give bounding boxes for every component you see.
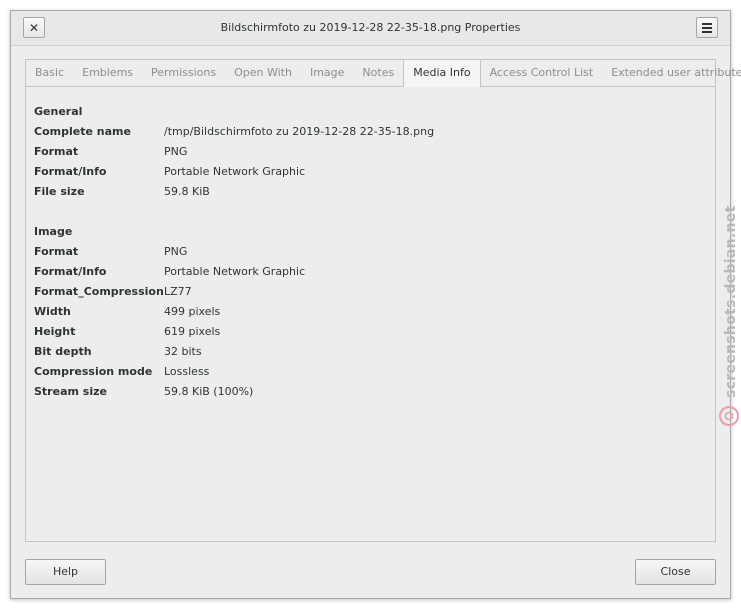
info-value: Portable Network Graphic: [164, 265, 306, 278]
info-value: 32 bits: [164, 345, 202, 358]
tab-permissions[interactable]: Permissions: [142, 60, 225, 86]
info-key: Complete name: [34, 125, 131, 138]
info-value: 59.8 KiB: [164, 185, 210, 198]
info-value: Lossless: [164, 365, 210, 378]
watermark-text: screenshots.debian.net: [723, 205, 739, 398]
info-key: Height: [34, 325, 76, 338]
info-value: LZ77: [164, 285, 192, 298]
info-key: Compression mode: [34, 365, 153, 378]
tab-basic[interactable]: Basic: [26, 60, 73, 86]
section-heading-image: Image: [34, 225, 73, 238]
info-key: Width: [34, 305, 71, 318]
info-key: File size: [34, 185, 85, 198]
info-key: Format_Compression: [34, 285, 164, 298]
info-value: 59.8 KiB (100%): [164, 385, 254, 398]
info-key: Stream size: [34, 385, 107, 398]
tab-image[interactable]: Image: [301, 60, 353, 86]
tab-media-info[interactable]: Media Info: [403, 60, 481, 87]
tab-extended-user-attributes[interactable]: Extended user attributes: [602, 60, 741, 86]
info-value: /tmp/Bildschirmfoto zu 2019-12-28 22-35-…: [164, 125, 435, 138]
info-value: PNG: [164, 245, 188, 258]
help-button[interactable]: Help: [25, 559, 106, 585]
tab-emblems[interactable]: Emblems: [73, 60, 142, 86]
info-key: Format: [34, 245, 79, 258]
info-value: 619 pixels: [164, 325, 221, 338]
info-key: Format: [34, 145, 79, 158]
tab-notes[interactable]: Notes: [353, 60, 403, 86]
close-button[interactable]: Close: [635, 559, 716, 585]
info-key: Format/Info: [34, 165, 107, 178]
watermark-logo-icon: [719, 406, 739, 426]
info-value: 499 pixels: [164, 305, 221, 318]
info-key: Bit depth: [34, 345, 92, 358]
info-key: Format/Info: [34, 265, 107, 278]
section-heading-general: General: [34, 105, 83, 118]
tab-bar: Basic Emblems Permissions Open With Imag…: [26, 60, 741, 87]
titlebar: ✕ Bildschirmfoto zu 2019-12-28 22-35-18.…: [11, 11, 730, 46]
hamburger-icon: [702, 22, 712, 33]
info-value: Portable Network Graphic: [164, 165, 306, 178]
info-value: PNG: [164, 145, 188, 158]
menu-button[interactable]: [696, 17, 718, 38]
tab-access-control-list[interactable]: Access Control List: [481, 60, 603, 86]
tab-open-with[interactable]: Open With: [225, 60, 301, 86]
window-title: Bildschirmfoto zu 2019-12-28 22-35-18.pn…: [220, 21, 521, 34]
properties-dialog: ✕ Bildschirmfoto zu 2019-12-28 22-35-18.…: [10, 10, 741, 599]
tab-notebook: Basic Emblems Permissions Open With Imag…: [25, 59, 741, 542]
watermark: screenshots.debian.net: [719, 205, 739, 426]
